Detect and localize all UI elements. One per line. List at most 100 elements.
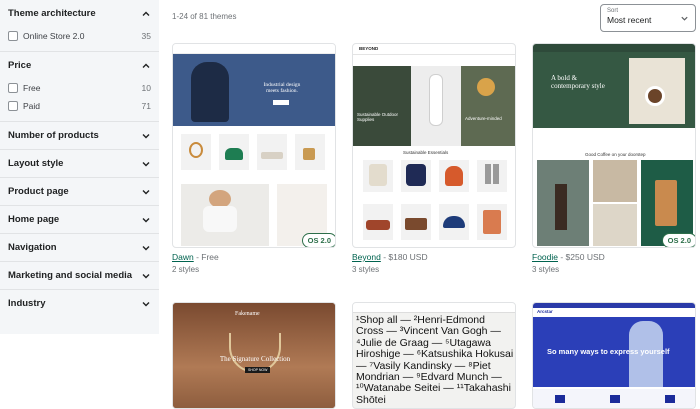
filter-header-price[interactable]: Price xyxy=(8,52,151,79)
results-count: 1-24 of 81 themes xyxy=(172,12,237,21)
filter-title: Number of products xyxy=(8,130,99,141)
theme-preview-dawn[interactable]: Industrial design meets fashion. OS 2.0 xyxy=(172,43,336,248)
preview-bottle xyxy=(429,74,443,126)
filter-title: Product page xyxy=(8,186,69,197)
preview-hero-coffee xyxy=(645,86,665,106)
filter-sidebar: Theme architecture Online Store 2.0 35 P… xyxy=(0,0,159,334)
filter-marketing-social: Marketing and social media xyxy=(0,262,159,290)
filter-header-layout-style[interactable]: Layout style xyxy=(8,150,151,177)
checkbox[interactable] xyxy=(8,83,18,93)
preview-header xyxy=(173,44,335,54)
preview-coffee-press xyxy=(593,204,637,246)
theme-title-line: Dawn - Free xyxy=(172,252,336,262)
chevron-up-icon xyxy=(142,11,150,16)
sort-select[interactable]: Sort Most recent xyxy=(600,4,696,32)
filter-number-of-products: Number of products xyxy=(0,122,159,150)
filter-header-industry[interactable]: Industry xyxy=(8,290,151,317)
preview-product-bag-tan xyxy=(303,148,315,160)
filter-theme-architecture: Theme architecture Online Store 2.0 35 xyxy=(0,0,159,52)
preview-hero-text: A bold & contemporary style xyxy=(551,74,605,91)
preview-hero-text: The Signature Collection xyxy=(219,355,291,363)
filter-title: Marketing and social media xyxy=(8,270,133,281)
theme-card-6: Arcstar So many ways to express yourself xyxy=(532,302,696,409)
theme-styles-count: 3 styles xyxy=(352,265,380,274)
filter-header-navigation[interactable]: Navigation xyxy=(8,234,151,261)
preview-product-shirt xyxy=(369,164,387,186)
filter-header-marketing-social[interactable]: Marketing and social media xyxy=(8,262,151,289)
theme-card-4: Fakename The Signature Collection SHOP N… xyxy=(172,302,336,409)
filter-option-online-store-2[interactable]: Online Store 2.0 35 xyxy=(8,27,151,45)
preview-brand: BEYOND xyxy=(359,46,379,51)
filter-option-label: Free xyxy=(23,83,41,93)
theme-preview-6[interactable]: Arcstar So many ways to express yourself xyxy=(532,302,696,409)
filter-industry: Industry xyxy=(0,290,159,317)
chevron-down-icon xyxy=(681,16,688,21)
chevron-down-icon xyxy=(142,301,150,306)
preview-product-boots-brown xyxy=(405,218,427,230)
os2-badge: OS 2.0 xyxy=(661,233,695,247)
preview-brand: Arcstar xyxy=(537,309,553,314)
preview-feature-icon xyxy=(665,395,675,403)
preview-hero-right-figure xyxy=(477,78,495,96)
filter-option-count: 35 xyxy=(141,31,151,41)
preview-feature-icon xyxy=(610,395,620,403)
preview-hero-left xyxy=(353,66,411,146)
filter-title: Home page xyxy=(8,214,60,225)
theme-preview-beyond[interactable]: BEYOND Sustainable Outdoor Supplies Adve… xyxy=(352,43,516,248)
filter-title: Theme architecture xyxy=(8,8,96,19)
preview-shop-button: SHOP NOW xyxy=(245,367,271,373)
chevron-down-icon xyxy=(142,161,150,166)
preview-header xyxy=(533,44,695,52)
preview-brand: Fakename xyxy=(235,311,260,317)
theme-card-foodie: A bold & contemporary style Good Coffee … xyxy=(532,43,696,274)
filter-option-free[interactable]: Free 10 xyxy=(8,79,151,97)
checkbox[interactable] xyxy=(8,31,18,41)
theme-price: - Free xyxy=(193,252,219,262)
theme-card-dawn: Industrial design meets fashion. OS 2.0 … xyxy=(172,43,336,274)
theme-preview-foodie[interactable]: A bold & contemporary style Good Coffee … xyxy=(532,43,696,248)
theme-title-line: Beyond - $180 USD xyxy=(352,252,516,262)
theme-name-link[interactable]: Beyond xyxy=(352,252,381,262)
filter-header-theme-architecture[interactable]: Theme architecture xyxy=(8,0,151,27)
theme-card-5: ¹Shop all — ²Henri-Edmond Cross — ³Vince… xyxy=(352,302,516,409)
filter-price: Price Free 10 Paid 71 xyxy=(0,52,159,122)
preview-hero-text: So many ways to express yourself xyxy=(547,347,670,356)
filter-option-paid[interactable]: Paid 71 xyxy=(8,97,151,115)
chevron-down-icon xyxy=(142,273,150,278)
filter-title: Industry xyxy=(8,298,46,309)
filter-option-label: Online Store 2.0 xyxy=(23,31,85,41)
preview-hero-figure xyxy=(191,62,229,122)
filter-home-page: Home page xyxy=(0,206,159,234)
sort-label: Sort xyxy=(607,8,619,14)
theme-styles-count: 2 styles xyxy=(172,265,200,274)
theme-preview-5[interactable]: ¹Shop all — ²Henri-Edmond Cross — ³Vince… xyxy=(352,302,516,409)
theme-styles-count: 3 styles xyxy=(532,265,560,274)
preview-section-title: Sustainable Essentials xyxy=(403,150,449,155)
preview-cafe-stool xyxy=(555,184,567,230)
filter-header-product-page[interactable]: Product page xyxy=(8,178,151,205)
checkbox[interactable] xyxy=(8,101,18,111)
filter-header-number-of-products[interactable]: Number of products xyxy=(8,122,151,149)
preview-product-hoodie xyxy=(406,164,426,186)
preview-product xyxy=(477,160,507,192)
filter-option-count: 10 xyxy=(141,83,151,93)
theme-title-line: Foodie - $250 USD xyxy=(532,252,696,262)
chevron-down-icon xyxy=(142,217,150,222)
filter-header-home-page[interactable]: Home page xyxy=(8,206,151,233)
theme-name-link[interactable]: Dawn xyxy=(172,252,194,262)
filter-title: Layout style xyxy=(8,158,64,169)
chevron-down-icon xyxy=(142,133,150,138)
preview-product-bag-green xyxy=(225,148,243,160)
preview-hero-left-text: Sustainable Outdoor Supplies xyxy=(357,112,399,122)
preview-model-shirt xyxy=(203,206,237,232)
preview-divider xyxy=(353,54,515,55)
chevron-up-icon xyxy=(142,63,150,68)
filter-title: Navigation xyxy=(8,242,57,253)
theme-name-link[interactable]: Foodie xyxy=(532,252,558,262)
theme-preview-4[interactable]: Fakename The Signature Collection SHOP N… xyxy=(172,302,336,409)
preview-product-beanie xyxy=(445,166,463,186)
preview-hero-right-text: Adventure-minded xyxy=(465,116,502,121)
preview-product-sock xyxy=(485,164,491,184)
preview-product-hat xyxy=(443,216,465,228)
preview-announcement xyxy=(533,303,695,308)
